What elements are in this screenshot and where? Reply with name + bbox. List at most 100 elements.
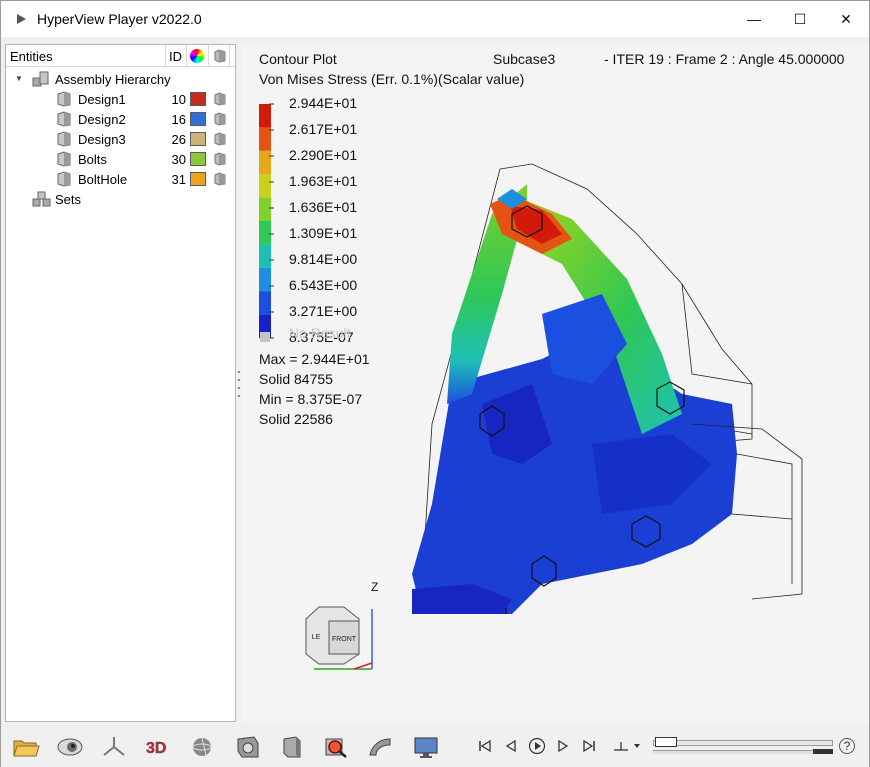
window-title: HyperView Player v2022.0: [37, 11, 202, 27]
entities-panel-header: Entities ID: [6, 45, 235, 67]
panel-splitter[interactable]: [238, 371, 241, 397]
legend-value-label: 6.543E+00: [289, 277, 358, 293]
part-id: 31: [171, 172, 186, 187]
animation-mode-dropdown[interactable]: [611, 736, 643, 756]
axes-icon[interactable]: [99, 734, 129, 760]
part-color-swatch[interactable]: [190, 152, 206, 166]
part-name: Design2: [78, 112, 126, 127]
view-cube-icon[interactable]: FRONT LE: [294, 599, 384, 674]
part-icon: [56, 131, 72, 150]
no-result-swatch: [260, 332, 270, 342]
legend-color-band: [259, 221, 271, 245]
3d-icon[interactable]: 3D: [143, 734, 173, 760]
bracket-model-contour[interactable]: [392, 144, 812, 614]
assembly-label: Assembly Hierarchy: [55, 72, 171, 87]
legend-color-band: [259, 127, 271, 151]
assembly-icon: [32, 71, 50, 90]
visibility-column-icon[interactable]: [213, 49, 227, 66]
no-result-label: No Result: [289, 325, 351, 341]
part-name: Design1: [78, 92, 126, 107]
eye-icon[interactable]: [55, 734, 85, 760]
column-entities[interactable]: Entities: [10, 49, 53, 64]
tree-item-part[interactable]: Design2 16: [6, 109, 235, 129]
legend-value-label: 2.617E+01: [289, 121, 358, 137]
part-name: Design3: [78, 132, 126, 147]
svg-text:3D: 3D: [146, 740, 166, 757]
first-frame-button[interactable]: [475, 736, 495, 756]
last-frame-button[interactable]: [579, 736, 599, 756]
legend-value-label: 3.271E+00: [289, 303, 358, 319]
section-icon[interactable]: [365, 734, 395, 760]
animation-mode-icon: [614, 742, 640, 751]
sphere-icon[interactable]: [187, 734, 217, 760]
part-visibility-icon[interactable]: [213, 172, 227, 189]
part-visibility-icon[interactable]: [213, 112, 227, 129]
part-icon: [56, 91, 72, 110]
slider-thumb[interactable]: [655, 737, 677, 747]
part-visibility-icon[interactable]: [213, 132, 227, 149]
max-solid-label: Solid 84755: [259, 371, 333, 387]
legend-value-label: 2.290E+01: [289, 147, 358, 163]
legend-color-band: [259, 197, 271, 221]
color-wheel-icon[interactable]: [190, 49, 204, 63]
column-id[interactable]: ID: [169, 49, 182, 64]
cube-left-label: LE: [312, 634, 321, 641]
minimize-button[interactable]: —: [731, 1, 777, 37]
animation-slider[interactable]: [653, 736, 833, 756]
legend-color-band: [259, 267, 271, 292]
legend-color-band: [259, 174, 271, 198]
expand-caret-icon[interactable]: ▼: [15, 74, 23, 83]
tree-item-part[interactable]: Design3 26: [6, 129, 235, 149]
tree-item-sets[interactable]: Sets: [6, 189, 235, 209]
slider-track: [653, 740, 833, 746]
part-icon: [56, 111, 72, 130]
model-icon[interactable]: [233, 734, 263, 760]
previous-frame-button[interactable]: [501, 736, 521, 756]
next-frame-icon: [558, 739, 569, 753]
subcase-label: Subcase3: [493, 51, 556, 67]
part-color-swatch[interactable]: [190, 172, 206, 186]
bottom-toolbar: 3D ?: [1, 724, 869, 767]
triad-z-label: Z: [371, 580, 379, 594]
tree-item-assembly-hierarchy[interactable]: ▼ Assembly Hierarchy: [6, 69, 235, 89]
legend-value-label: 1.309E+01: [289, 225, 358, 241]
min-value-label: Min = 8.375E-07: [259, 391, 363, 407]
sets-icon: [32, 191, 52, 210]
help-button[interactable]: ?: [839, 738, 855, 754]
maximize-button[interactable]: ☐: [777, 1, 823, 37]
sets-label: Sets: [55, 192, 82, 207]
legend-value-label: 1.636E+01: [289, 199, 358, 215]
display-icon[interactable]: [411, 734, 441, 760]
legend-color-band: [259, 150, 271, 175]
tree-item-part[interactable]: Bolts 30: [6, 149, 235, 169]
legend-value-label: 9.814E+00: [289, 251, 358, 267]
first-frame-icon: [479, 739, 491, 753]
open-folder-icon[interactable]: [11, 734, 41, 760]
part-id: 16: [171, 112, 186, 127]
graphics-viewport[interactable]: Contour Plot Subcase3 - ITER 19 : Frame …: [242, 44, 869, 722]
legend-value-label: 2.944E+01: [289, 95, 358, 111]
max-value-label: Max = 2.944E+01: [259, 351, 370, 367]
part-color-swatch[interactable]: [190, 112, 206, 126]
previous-frame-icon: [505, 739, 516, 753]
tree-item-part[interactable]: BoltHole 31: [6, 169, 235, 189]
zoom-icon[interactable]: [321, 734, 351, 760]
part-visibility-icon[interactable]: [213, 152, 227, 169]
part-icon: [56, 151, 72, 170]
contour-legend-bar: [259, 103, 274, 342]
title-bar: HyperView Player v2022.0 — ☐ ✕: [1, 1, 869, 37]
part-visibility-icon[interactable]: [213, 92, 227, 109]
cube-icon[interactable]: [277, 734, 307, 760]
close-button[interactable]: ✕: [823, 1, 869, 37]
part-color-swatch[interactable]: [190, 132, 206, 146]
part-id: 26: [171, 132, 186, 147]
part-id: 10: [171, 92, 186, 107]
next-frame-button[interactable]: [553, 736, 573, 756]
frame-info-label: - ITER 19 : Frame 2 : Angle 45.000000: [604, 51, 845, 67]
tree-item-part[interactable]: Design1 10: [6, 89, 235, 109]
play-button[interactable]: [527, 736, 547, 756]
part-color-swatch[interactable]: [190, 92, 206, 106]
min-solid-label: Solid 22586: [259, 411, 333, 427]
part-name: BoltHole: [78, 172, 128, 187]
legend-color-band: [259, 104, 271, 128]
